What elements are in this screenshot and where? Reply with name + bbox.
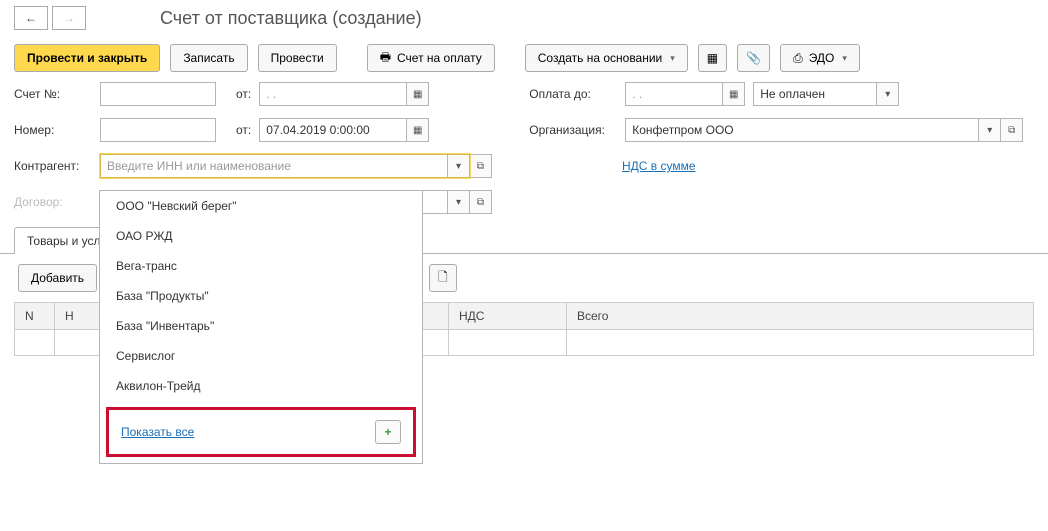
label-account-no: Счет №: — [14, 87, 100, 101]
fill-button[interactable]: 🗋 — [429, 264, 457, 292]
label-number: Номер: — [14, 123, 100, 137]
invoice-button[interactable]: 🖶 Счет на оплату — [367, 44, 495, 72]
chevron-down-icon[interactable]: ▾ — [447, 155, 469, 177]
dropdown-item[interactable]: Аквилон-Трейд — [100, 371, 422, 401]
attachments-button[interactable]: 📎 — [737, 44, 770, 72]
doc-date-value: 07.04.2019 0:00:00 — [260, 123, 406, 137]
open-icon[interactable]: ⧉ — [470, 190, 492, 214]
arrow-left-icon: ← — [25, 11, 37, 25]
edo-button[interactable]: ⎙ ЭДО ▾ — [780, 44, 860, 72]
org-select[interactable]: Конфетпром ООО ▾ — [625, 118, 1001, 142]
payment-status-select[interactable]: Не оплачен ▾ — [753, 82, 899, 106]
calendar-icon[interactable]: ▦ — [722, 83, 744, 105]
clip-icon: 📎 — [746, 51, 761, 65]
doc-icon: 🗋 — [438, 268, 448, 289]
account-date-input[interactable]: . . ▦ — [259, 82, 429, 106]
column-header[interactable]: Всего — [567, 303, 1034, 330]
nav-forward-button[interactable]: → — [52, 6, 86, 30]
chevron-down-icon[interactable]: ▾ — [447, 191, 469, 213]
edo-icon: ⎙ — [793, 51, 803, 66]
vat-mode-link[interactable]: НДС в сумме — [622, 159, 696, 173]
dropdown-item[interactable]: База "Продукты" — [100, 281, 422, 311]
kontragent-input[interactable]: Введите ИНН или наименование ▾ — [100, 154, 470, 178]
account-no-input[interactable] — [100, 82, 216, 106]
org-value: Конфетпром ООО — [626, 123, 978, 137]
dropdown-item[interactable]: База "Инвентарь" — [100, 311, 422, 341]
write-button[interactable]: Записать — [170, 44, 247, 72]
add-row-button[interactable]: Добавить — [18, 264, 97, 292]
chevron-down-icon[interactable]: ▾ — [876, 83, 898, 105]
doc-date-input[interactable]: 07.04.2019 0:00:00 ▦ — [259, 118, 429, 142]
payment-due-value: . . — [626, 87, 722, 101]
create-based-label: Создать на основании — [538, 51, 663, 65]
open-icon[interactable]: ⧉ — [1001, 118, 1023, 142]
chevron-down-icon[interactable]: ▾ — [978, 119, 1000, 141]
column-header[interactable]: НДС — [449, 303, 567, 330]
edo-label: ЭДО — [809, 51, 835, 65]
kontragent-placeholder: Введите ИНН или наименование — [101, 159, 447, 173]
add-new-button[interactable]: + — [375, 420, 401, 444]
chevron-down-icon: ▾ — [670, 53, 675, 64]
dropdown-item[interactable]: Сервислог — [100, 341, 422, 371]
label-org: Организация: — [529, 123, 625, 137]
main-toolbar: Провести и закрыть Записать Провести 🖶 С… — [0, 30, 1048, 82]
post-and-close-button[interactable]: Провести и закрыть — [14, 44, 160, 72]
dropdown-item[interactable]: ООО "Невский берег" — [100, 191, 422, 221]
nav-back-button[interactable]: ← — [14, 6, 48, 30]
open-icon[interactable]: ⧉ — [470, 154, 492, 178]
dropdown-footer: Показать все + — [106, 407, 416, 457]
label-contract: Договор: — [14, 195, 100, 209]
post-button[interactable]: Провести — [258, 44, 337, 72]
label-from-2: от: — [236, 123, 251, 137]
column-header[interactable]: N — [15, 303, 55, 330]
payment-status-value: Не оплачен — [754, 87, 876, 101]
create-based-button[interactable]: Создать на основании ▾ — [525, 44, 688, 72]
calendar-icon[interactable]: ▦ — [406, 83, 428, 105]
label-from-1: от: — [236, 87, 251, 101]
label-kontragent: Контрагент: — [14, 159, 100, 173]
invoice-label: Счет на оплату — [397, 51, 482, 65]
structure-icon: ▦ — [707, 51, 718, 65]
account-date-value: . . — [260, 87, 406, 101]
label-payment-due: Оплата до: — [529, 87, 625, 101]
number-input[interactable] — [100, 118, 216, 142]
print-icon: 🖶 — [380, 48, 391, 69]
payment-due-input[interactable]: . . ▦ — [625, 82, 745, 106]
dropdown-item[interactable]: ОАО РЖД — [100, 221, 422, 251]
kontragent-dropdown: ООО "Невский берег"ОАО РЖДВега-трансБаза… — [99, 190, 423, 464]
structure-button[interactable]: ▦ — [698, 44, 727, 72]
calendar-icon[interactable]: ▦ — [406, 119, 428, 141]
chevron-down-icon: ▾ — [842, 53, 847, 64]
arrow-right-icon: → — [63, 11, 75, 25]
dropdown-item[interactable]: Вега-транс — [100, 251, 422, 281]
page-title: Счет от поставщика (создание) — [160, 8, 422, 29]
show-all-link[interactable]: Показать все — [121, 425, 194, 439]
